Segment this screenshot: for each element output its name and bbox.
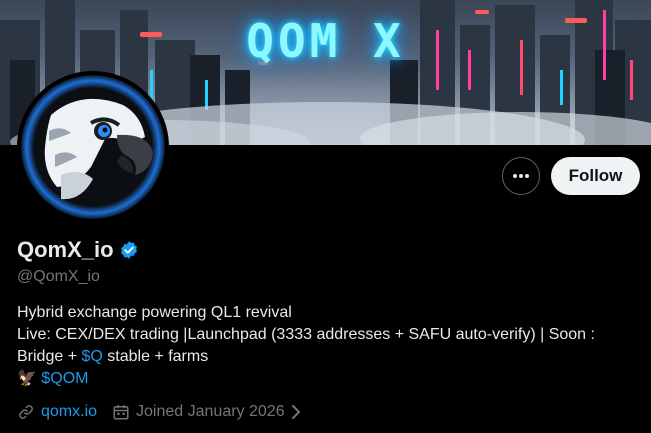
more-icon <box>513 174 529 178</box>
joined-date-item[interactable]: Joined January 2026 <box>112 403 302 421</box>
user-handle: @QomX_io <box>17 268 100 285</box>
profile-meta: qomx.io Joined January 2026 <box>17 403 302 421</box>
joined-date: Joined January 2026 <box>136 403 285 420</box>
display-name: QomX_io <box>17 237 114 262</box>
cashtag-link-qom[interactable]: $QOM <box>41 370 88 387</box>
bio-line: 🦅 $QOM <box>17 368 637 390</box>
avatar[interactable] <box>17 71 169 223</box>
follow-button[interactable]: Follow <box>551 157 640 195</box>
bio-text: stable + farms <box>102 348 209 365</box>
verified-badge-icon[interactable] <box>119 240 139 260</box>
bio-line: Hybrid exchange powering QL1 revival <box>17 304 292 321</box>
bio-line: Bridge + $Q stable + farms <box>17 346 637 368</box>
profile-bio: Hybrid exchange powering QL1 revival Liv… <box>17 302 637 390</box>
bio-text: Bridge + <box>17 348 82 365</box>
bio-line: Live: CEX/DEX trading |Launchpad (3333 a… <box>17 326 595 343</box>
cashtag-link-q[interactable]: $Q <box>81 348 102 365</box>
eagle-avatar-icon <box>21 75 165 219</box>
website-item[interactable]: qomx.io <box>17 403 97 421</box>
banner-logo-text: QOM X <box>246 14 405 68</box>
calendar-icon <box>113 405 129 420</box>
profile-name-row: QomX_io <box>17 237 139 263</box>
website-link[interactable]: qomx.io <box>41 403 97 421</box>
link-icon <box>19 405 33 419</box>
eagle-emoji: 🦅 <box>17 370 37 387</box>
more-options-button[interactable] <box>502 157 540 195</box>
chevron-right-icon <box>291 405 300 419</box>
